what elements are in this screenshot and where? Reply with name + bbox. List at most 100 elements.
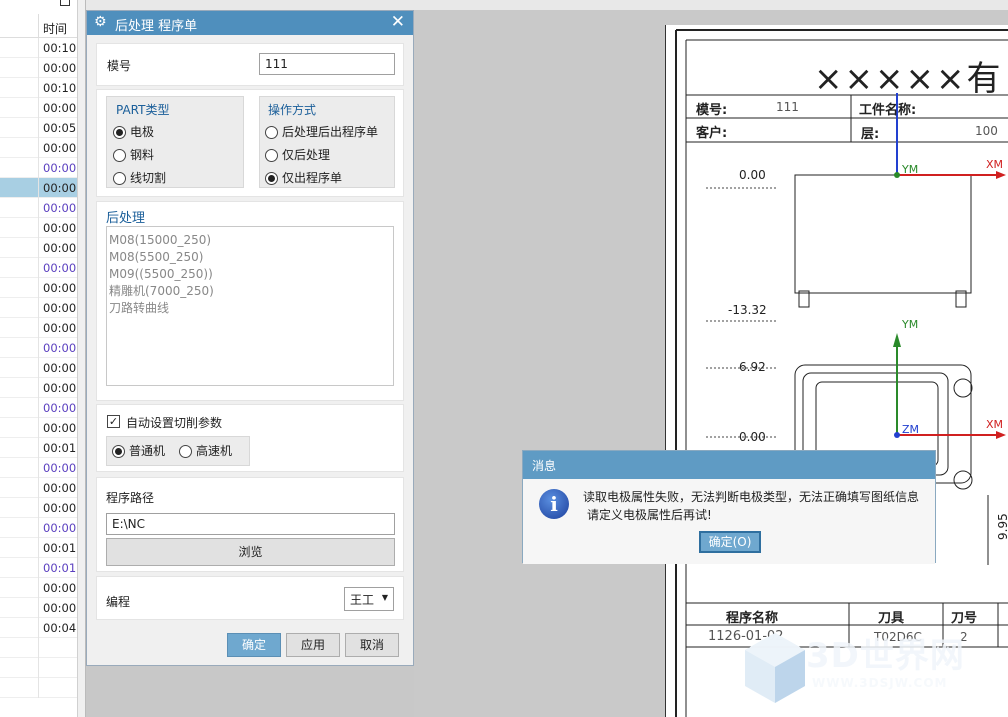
browse-button[interactable]: 浏览: [106, 538, 395, 566]
panel-splitter[interactable]: [78, 0, 86, 717]
row-time: 00:00: [43, 501, 77, 515]
table-row[interactable]: 00:10: [0, 38, 77, 58]
radio-electrode[interactable]: 电极: [113, 124, 154, 140]
row-time: 00:00: [43, 221, 77, 235]
radio-highspeed-machine[interactable]: 高速机: [179, 443, 232, 459]
table-row[interactable]: 00:00: [0, 338, 77, 358]
table-row[interactable]: 00:00: [0, 598, 77, 618]
radio-post-only[interactable]: 仅后处理: [265, 147, 330, 163]
list-item[interactable]: 精雕机(7000_250): [109, 283, 391, 300]
list-item[interactable]: M08(15000_250): [109, 232, 391, 249]
row-time: 00:00: [43, 181, 77, 195]
table-row[interactable]: 00:00: [0, 298, 77, 318]
table-row[interactable]: 00:00: [0, 198, 77, 218]
table-row[interactable]: [0, 678, 77, 698]
tab-bar: [86, 0, 1008, 10]
operation-list-panel: 时间 00:10 00:00 00:10 00:00 00:05 00:00 00:00 00…: [0, 0, 78, 717]
table-row[interactable]: 00:01: [0, 438, 77, 458]
dim-label-top: 0.00: [739, 168, 766, 182]
postprocess-dialog: ⚙ 后处理 程序单 ✕ 模号 111 PART类型 电极 钢料 线切割 操作方式…: [86, 10, 414, 666]
radio-sheet-only[interactable]: 仅出程序单: [265, 170, 342, 186]
table-row[interactable]: 00:00: [0, 398, 77, 418]
dialog-titlebar[interactable]: ⚙ 后处理 程序单 ✕: [87, 11, 413, 35]
table-row[interactable]: 00:00: [0, 418, 77, 438]
table-row[interactable]: 00:00: [0, 518, 77, 538]
row-time: 00:00: [43, 341, 77, 355]
table-row[interactable]: 00:01: [0, 558, 77, 578]
watermark-text: 3D世界网: [806, 636, 965, 676]
drawing-mold-label: 模号:: [696, 103, 728, 118]
row-time: 00:05: [43, 121, 77, 135]
table-row[interactable]: 00:00: [0, 318, 77, 338]
close-icon[interactable]: ✕: [391, 12, 405, 32]
dim-label-692: 6.92: [739, 360, 766, 374]
row-time: 00:00: [43, 61, 77, 75]
postprocess-title: 后处理: [106, 211, 146, 226]
dim-label-bottom: -13.32: [728, 303, 767, 317]
dim-label-zero: 0.00: [739, 430, 766, 444]
mold-label: 模号: [107, 59, 132, 73]
row-time: 00:01: [43, 441, 77, 455]
table-row[interactable]: 00:00: [0, 238, 77, 258]
programmer-select[interactable]: 王工 ▼: [344, 587, 394, 611]
row-time: 00:00: [43, 201, 77, 215]
row-time: 00:00: [43, 381, 77, 395]
table-row[interactable]: 00:00: [0, 178, 77, 198]
table-row[interactable]: [0, 658, 77, 678]
table-row[interactable]: 00:00: [0, 458, 77, 478]
part-type-title: PART类型: [116, 103, 170, 117]
table-row[interactable]: 00:00: [0, 58, 77, 78]
table-row[interactable]: 00:00: [0, 98, 77, 118]
table-row[interactable]: 00:00: [0, 478, 77, 498]
header-checkbox[interactable]: [60, 0, 70, 6]
table-row[interactable]: 00:00: [0, 258, 77, 278]
row-time: 00:00: [43, 521, 77, 535]
mold-input[interactable]: 111: [259, 53, 395, 75]
table-row[interactable]: 00:00: [0, 218, 77, 238]
message-ok-button[interactable]: 确定(O): [699, 531, 761, 553]
path-input[interactable]: E:\NC: [106, 513, 395, 535]
row-time: 00:04: [43, 621, 77, 635]
list-item[interactable]: M09((5500_250)): [109, 266, 391, 283]
machine-group: 普通机 高速机: [106, 436, 250, 466]
table-row[interactable]: 00:00: [0, 158, 77, 178]
row-time: 00:00: [43, 241, 77, 255]
table-row[interactable]: 00:01: [0, 538, 77, 558]
list-item[interactable]: 刀路转曲线: [109, 300, 391, 317]
drawing-title: ×××××有: [814, 59, 1003, 99]
table-row[interactable]: 00:05: [0, 118, 77, 138]
message-line2: 请定义电极属性后再试!: [587, 508, 712, 522]
row-time: 00:00: [43, 101, 77, 115]
table-row[interactable]: 00:00: [0, 578, 77, 598]
axis-label-ym: YM: [902, 318, 919, 331]
message-line1: 读取电极属性失败，无法判断电极类型，无法正确填写图纸信息: [583, 490, 920, 504]
drawing-sheet: ×××××有 模号: 111 工件名称: 客户: 层: 100 0.00 -13…: [665, 25, 1008, 717]
cancel-button[interactable]: 取消: [345, 633, 399, 657]
list-item[interactable]: M08(5500_250): [109, 249, 391, 266]
table-row[interactable]: 00:00: [0, 498, 77, 518]
part-type-group: PART类型 电极 钢料 线切割: [106, 96, 244, 188]
apply-button[interactable]: 应用: [286, 633, 340, 657]
row-time: 00:01: [43, 541, 77, 555]
dialog-title: 后处理 程序单: [115, 19, 198, 34]
table-row[interactable]: 00:00: [0, 278, 77, 298]
row-time: 00:00: [43, 461, 77, 475]
auto-cut-checkbox[interactable]: ✓: [107, 415, 120, 428]
table-row[interactable]: 00:10: [0, 78, 77, 98]
radio-steel[interactable]: 钢料: [113, 147, 154, 163]
postprocessor-list[interactable]: M08(15000_250) M08(5500_250) M09((5500_2…: [106, 226, 394, 386]
path-section: 程序路径 E:\NC 浏览: [96, 477, 404, 572]
table-row[interactable]: [0, 638, 77, 658]
ok-button[interactable]: 确定: [227, 633, 281, 657]
message-title[interactable]: 消息: [523, 451, 935, 479]
table-row[interactable]: 00:00: [0, 378, 77, 398]
message-body: i 读取电极属性失败，无法判断电极类型，无法正确填写图纸信息 请定义电极属性后再…: [523, 479, 935, 564]
column-header-time[interactable]: 时间: [43, 20, 67, 37]
radio-wire-cut[interactable]: 线切割: [113, 170, 166, 186]
table-row[interactable]: 00:00: [0, 358, 77, 378]
table-row[interactable]: 00:04: [0, 618, 77, 638]
chevron-down-icon: ▼: [381, 593, 388, 602]
radio-normal-machine[interactable]: 普通机: [112, 443, 165, 459]
table-row[interactable]: 00:00: [0, 138, 77, 158]
radio-post-and-sheet[interactable]: 后处理后出程序单: [265, 124, 378, 140]
